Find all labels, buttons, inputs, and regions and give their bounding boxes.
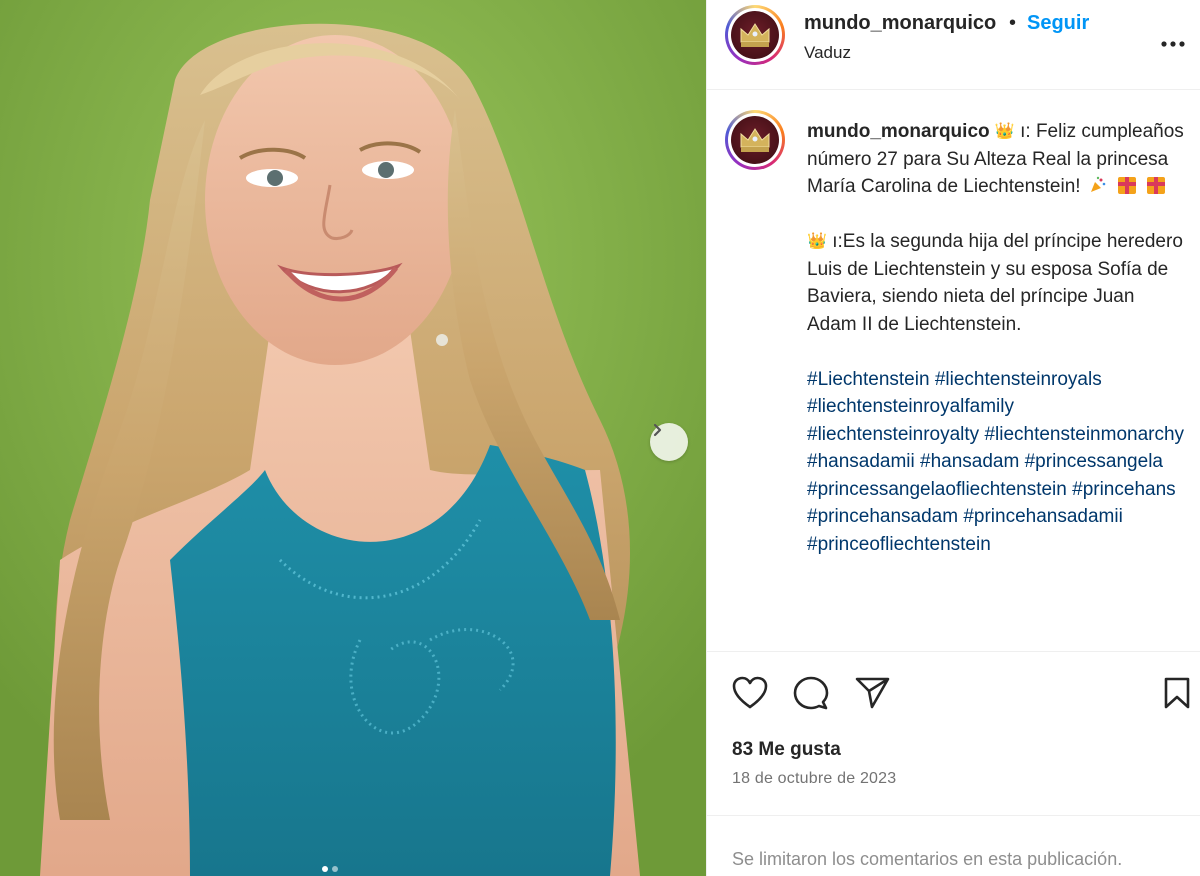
separator-dot: • bbox=[1009, 12, 1017, 34]
comment-icon[interactable] bbox=[793, 676, 829, 710]
caption-text: mundo_monarquico 👑 ı: Feliz cumpleaños n… bbox=[807, 118, 1185, 586]
hashtag-link[interactable]: #princeofliechtenstein bbox=[807, 534, 991, 555]
hashtag-link[interactable]: #liechtensteinroyalfamily bbox=[807, 396, 1014, 417]
hashtag-link[interactable]: #liechtensteinroyals bbox=[935, 369, 1102, 390]
caption-username[interactable]: mundo_monarquico bbox=[807, 121, 990, 142]
party-popper-icon bbox=[1090, 176, 1106, 192]
glyph: ı: bbox=[1020, 121, 1031, 142]
caption-body-2: Es la segunda hija del príncipe heredero… bbox=[807, 231, 1183, 335]
bookmark-icon[interactable] bbox=[1163, 676, 1191, 710]
location-link[interactable]: Vaduz bbox=[804, 43, 851, 63]
carousel-dots bbox=[322, 866, 338, 872]
hashtag-link[interactable]: #liechtensteinmonarchy bbox=[984, 424, 1184, 445]
gift-icon bbox=[1118, 177, 1137, 194]
action-bar: 83 Me gusta 18 de octubre de 2023 bbox=[707, 651, 1200, 815]
post-date: 18 de octubre de 2023 bbox=[732, 770, 897, 787]
hashtag-link[interactable]: #Liechtenstein bbox=[807, 369, 930, 390]
chevron-right-icon bbox=[653, 423, 662, 437]
avatar[interactable] bbox=[725, 5, 785, 65]
crown-emoji-icon: 👑 bbox=[807, 233, 827, 250]
hashtag-link[interactable]: #princessangela bbox=[1025, 451, 1163, 472]
caption-area: mundo_monarquico 👑 ı: Feliz cumpleaños n… bbox=[707, 91, 1200, 651]
send-icon[interactable] bbox=[855, 676, 891, 710]
crown-emoji-icon: 👑 bbox=[994, 123, 1015, 140]
post-side-panel: mundo_monarquico • Seguir Vaduz mundo_mo… bbox=[706, 0, 1200, 876]
heart-icon[interactable] bbox=[732, 676, 768, 710]
header-username[interactable]: mundo_monarquico bbox=[804, 12, 996, 35]
caption-fade bbox=[707, 637, 1200, 651]
crown-logo-icon bbox=[740, 128, 770, 152]
glyph: ı: bbox=[832, 231, 843, 252]
hashtag-link[interactable]: #hansadamii bbox=[807, 451, 915, 472]
gift-icon bbox=[1147, 177, 1166, 194]
hashtag-link[interactable]: #princehans bbox=[1072, 479, 1176, 500]
carousel-dot bbox=[332, 866, 338, 872]
hashtag-link[interactable]: #princehansadamii bbox=[963, 506, 1123, 527]
crown-logo-icon bbox=[740, 23, 770, 47]
caption-paragraph-2: 👑 ı:Es la segunda hija del príncipe here… bbox=[807, 228, 1185, 338]
comments-limited-text: Se limitaron los comentarios en esta pub… bbox=[732, 849, 1123, 869]
caption-avatar[interactable] bbox=[725, 110, 785, 170]
hashtag-link[interactable]: #princessangelaofliechtenstein bbox=[807, 479, 1067, 500]
likes-count[interactable]: 83 Me gusta bbox=[732, 739, 841, 761]
hashtag-link[interactable]: #liechtensteinroyalty bbox=[807, 424, 979, 445]
caption-hashtags: #Liechtenstein #liechtensteinroyals #lie… bbox=[807, 366, 1185, 559]
carousel-dot-active bbox=[322, 866, 328, 872]
hashtag-link[interactable]: #princehansadam bbox=[807, 506, 958, 527]
post-image bbox=[0, 0, 706, 876]
caption-paragraph-1: mundo_monarquico 👑 ı: Feliz cumpleaños n… bbox=[807, 118, 1185, 201]
comments-limited-notice: Se limitaron los comentarios en esta pub… bbox=[707, 815, 1200, 876]
hashtag-link[interactable]: #hansadam bbox=[920, 451, 1019, 472]
post-header: mundo_monarquico • Seguir Vaduz bbox=[707, 0, 1200, 90]
more-options-icon[interactable] bbox=[1161, 26, 1185, 54]
post-photo[interactable] bbox=[0, 0, 706, 876]
follow-button[interactable]: Seguir bbox=[1027, 12, 1089, 35]
carousel-next-button[interactable] bbox=[650, 423, 688, 461]
